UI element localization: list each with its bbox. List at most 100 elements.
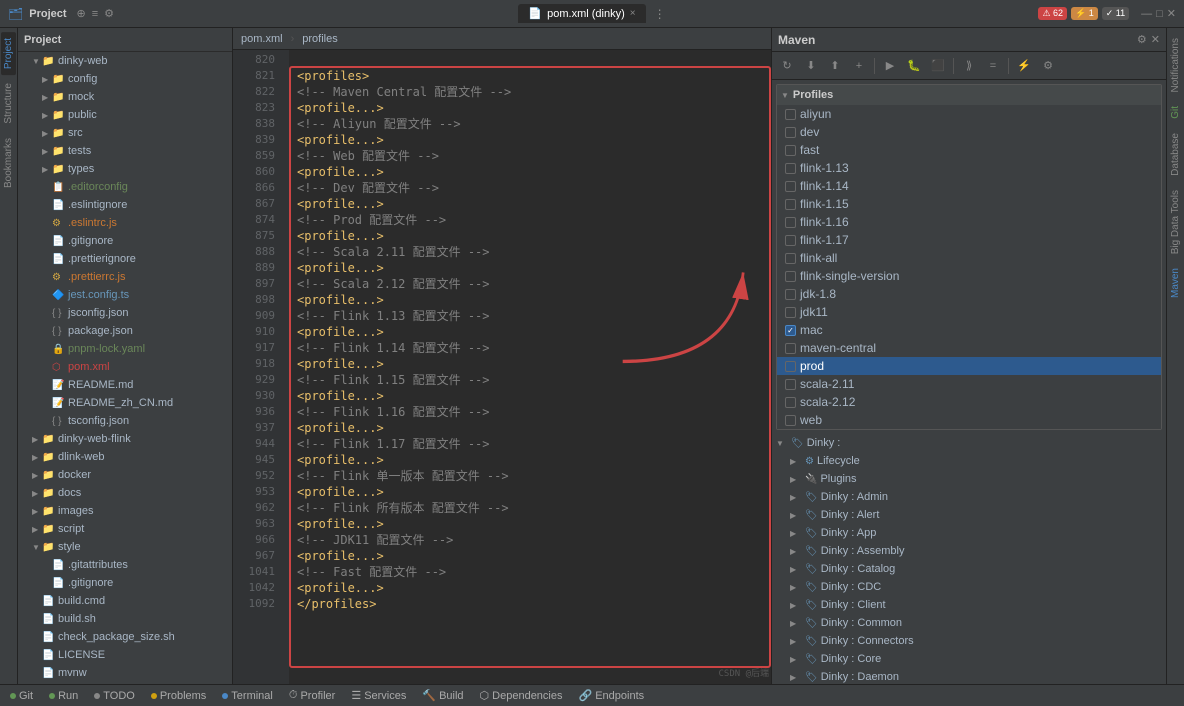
bottom-tab-git[interactable]: Git: [4, 688, 39, 704]
tree-item-jsconfig[interactable]: { } jsconfig.json: [18, 304, 232, 322]
profile-checkbox-prod[interactable]: [785, 361, 796, 372]
maven-dinky-connectors[interactable]: ▶ 🏷 Dinky : Connectors: [772, 632, 1166, 650]
tree-item-editorconfig[interactable]: 📋 .editorconfig: [18, 178, 232, 196]
right-tab-notifications[interactable]: Notifications: [1168, 32, 1183, 98]
maven-close-icon[interactable]: ✕: [1151, 33, 1160, 46]
profile-checkbox-dev[interactable]: [785, 127, 796, 138]
bottom-tab-build[interactable]: 🔨 Build: [416, 687, 469, 704]
tree-item-eslintignore[interactable]: 📄 .eslintignore: [18, 196, 232, 214]
maven-lifecycle[interactable]: ▶ ⚙ Lifecycle: [772, 452, 1166, 470]
maven-refresh-btn[interactable]: ↻: [776, 56, 798, 76]
maven-link-btn[interactable]: ⚡: [1013, 56, 1035, 76]
tree-item-docker[interactable]: ▶ 📁 docker: [18, 466, 232, 484]
maven-settings-icon[interactable]: ⚙: [1137, 33, 1147, 46]
left-tab-bookmarks[interactable]: Bookmarks: [1, 132, 16, 194]
more-tabs-icon[interactable]: ⋮: [654, 7, 666, 21]
maven-dinky-app[interactable]: ▶ 🏷 Dinky : App: [772, 524, 1166, 542]
maven-plugins[interactable]: ▶ 🔌 Plugins: [772, 470, 1166, 488]
profile-checkbox-fast[interactable]: [785, 145, 796, 156]
maven-dinky-alert[interactable]: ▶ 🏷 Dinky : Alert: [772, 506, 1166, 524]
tree-item-types[interactable]: ▶ 📁 types: [18, 160, 232, 178]
profile-checkbox-flinksingle[interactable]: [785, 271, 796, 282]
tree-item-mvnw[interactable]: 📄 mvnw: [18, 664, 232, 682]
profile-flink-all[interactable]: flink-all: [777, 249, 1161, 267]
tree-item-style[interactable]: ▼ 📁 style: [18, 538, 232, 556]
profile-flink-114[interactable]: flink-1.14: [777, 177, 1161, 195]
bottom-tab-terminal[interactable]: Terminal: [216, 688, 279, 704]
profile-dev[interactable]: dev: [777, 123, 1161, 141]
window-close[interactable]: ✕: [1167, 7, 1176, 20]
profile-checkbox-scala212[interactable]: [785, 397, 796, 408]
sidebar-tree[interactable]: ▼ 📁 dinky-web ▶ 📁 config ▶ 📁 mock ▶ 📁 pu…: [18, 52, 232, 684]
bottom-tab-todo[interactable]: TODO: [88, 688, 141, 704]
toolbar-icon-1[interactable]: ⊕: [77, 7, 86, 20]
maven-dinky-common[interactable]: ▶ 🏷 Dinky : Common: [772, 614, 1166, 632]
maven-dinky-catalog[interactable]: ▶ 🏷 Dinky : Catalog: [772, 560, 1166, 578]
right-tab-database[interactable]: Database: [1168, 127, 1183, 182]
profile-jdk11[interactable]: jdk11: [777, 303, 1161, 321]
maven-dinky-client[interactable]: ▶ 🏷 Dinky : Client: [772, 596, 1166, 614]
errors-badge[interactable]: ⚠ 62: [1038, 7, 1067, 20]
profile-flink-113[interactable]: flink-1.13: [777, 159, 1161, 177]
profile-prod[interactable]: prod: [777, 357, 1161, 375]
profile-flink-116[interactable]: flink-1.16: [777, 213, 1161, 231]
tree-item-gitignore2[interactable]: 📄 .gitignore: [18, 574, 232, 592]
tree-item-mock[interactable]: ▶ 📁 mock: [18, 88, 232, 106]
tree-item-package[interactable]: { } package.json: [18, 322, 232, 340]
profile-checkbox-flinkall[interactable]: [785, 253, 796, 264]
active-tab[interactable]: 📄 pom.xml (dinky) ×: [518, 4, 645, 23]
profile-fast[interactable]: fast: [777, 141, 1161, 159]
profile-scala-212[interactable]: scala-2.12: [777, 393, 1161, 411]
profile-checkbox-flink117[interactable]: [785, 235, 796, 246]
profile-checkbox-scala211[interactable]: [785, 379, 796, 390]
tree-item-checkpkg[interactable]: 📄 check_package_size.sh: [18, 628, 232, 646]
maven-dinky-assembly[interactable]: ▶ 🏷 Dinky : Assembly: [772, 542, 1166, 560]
profile-mac[interactable]: ✓ mac: [777, 321, 1161, 339]
profile-checkbox-flink115[interactable]: [785, 199, 796, 210]
maven-stop-btn[interactable]: ⬛: [927, 56, 949, 76]
bottom-tab-endpoints[interactable]: 🔗 Endpoints: [573, 687, 651, 704]
profile-aliyun[interactable]: aliyun: [777, 105, 1161, 123]
tree-item-jest[interactable]: 🔷 jest.config.ts: [18, 286, 232, 304]
left-tab-structure[interactable]: Structure: [1, 77, 16, 130]
profile-flink-115[interactable]: flink-1.15: [777, 195, 1161, 213]
left-tab-project[interactable]: Project: [1, 32, 16, 75]
tree-item-images[interactable]: ▶ 📁 images: [18, 502, 232, 520]
maven-run-btn[interactable]: ▶: [879, 56, 901, 76]
tree-item-license[interactable]: 📄 LICENSE: [18, 646, 232, 664]
profile-checkbox-flink113[interactable]: [785, 163, 796, 174]
profile-checkbox-flink114[interactable]: [785, 181, 796, 192]
info-badge[interactable]: ✓ 11: [1102, 7, 1129, 20]
maven-dinky-admin[interactable]: ▶ 🏷 Dinky : Admin: [772, 488, 1166, 506]
profile-checkbox-mavencentral[interactable]: [785, 343, 796, 354]
maven-filter-btn[interactable]: =: [982, 56, 1004, 76]
right-tab-bigdata[interactable]: Big Data Tools: [1168, 184, 1183, 260]
maven-panel-content[interactable]: ▼ Profiles aliyun dev fast: [772, 80, 1166, 684]
warnings-badge[interactable]: ⚡ 1: [1071, 7, 1098, 20]
tree-item-dinky-web[interactable]: ▼ 📁 dinky-web: [18, 52, 232, 70]
maven-dinky-daemon[interactable]: ▶ 🏷 Dinky : Daemon: [772, 668, 1166, 684]
profile-web[interactable]: web: [777, 411, 1161, 429]
maven-add-btn[interactable]: +: [848, 56, 870, 76]
profile-checkbox-aliyun[interactable]: [785, 109, 796, 120]
maven-upload-btn[interactable]: ⬆: [824, 56, 846, 76]
bottom-tab-dependencies[interactable]: ⬡ Dependencies: [474, 687, 569, 704]
profile-jdk18[interactable]: jdk-1.8: [777, 285, 1161, 303]
toolbar-icon-3[interactable]: ⚙: [104, 7, 114, 20]
profiles-header[interactable]: ▼ Profiles: [777, 85, 1161, 105]
bottom-tab-services[interactable]: ☰ Services: [345, 687, 412, 704]
window-maximize[interactable]: □: [1156, 8, 1163, 20]
tree-item-buildcmd[interactable]: 📄 build.cmd: [18, 592, 232, 610]
tree-item-readme1[interactable]: 📝 README.md: [18, 376, 232, 394]
maven-dinky-section[interactable]: ▼ 🏷 Dinky :: [772, 434, 1166, 452]
tree-item-eslintrc[interactable]: ⚙ .eslintrc.js: [18, 214, 232, 232]
tree-item-gitignore[interactable]: 📄 .gitignore: [18, 232, 232, 250]
tree-item-public[interactable]: ▶ 📁 public: [18, 106, 232, 124]
tree-item-prettierrc[interactable]: ⚙ .prettierrc.js: [18, 268, 232, 286]
tree-item-pomxml-inner[interactable]: ⬡ pom.xml: [18, 358, 232, 376]
profile-checkbox-jdk18[interactable]: [785, 289, 796, 300]
maven-dinky-cdc[interactable]: ▶ 🏷 Dinky : CDC: [772, 578, 1166, 596]
tree-item-script[interactable]: ▶ 📁 script: [18, 520, 232, 538]
maven-dinky-core[interactable]: ▶ 🏷 Dinky : Core: [772, 650, 1166, 668]
tree-item-readme2[interactable]: 📝 README_zh_CN.md: [18, 394, 232, 412]
